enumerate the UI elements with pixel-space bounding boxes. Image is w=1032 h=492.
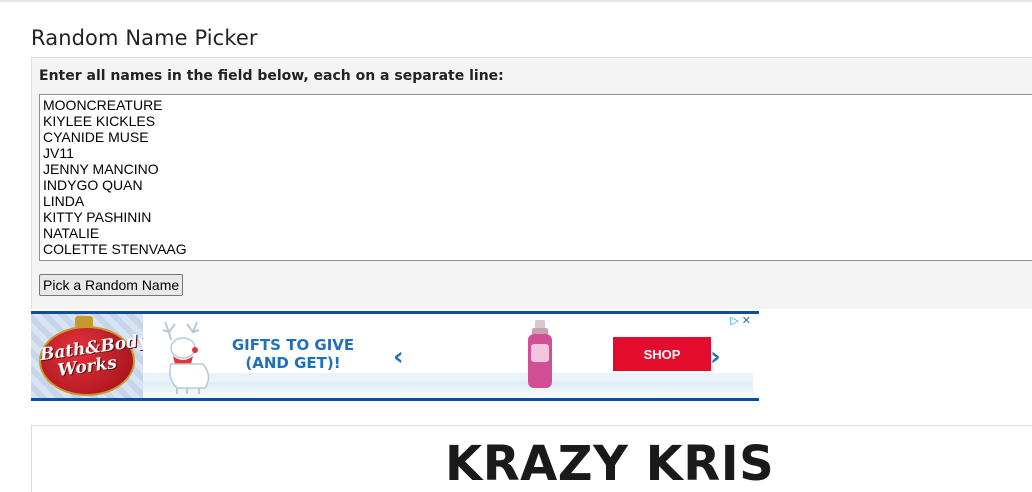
ornament-cap	[75, 316, 93, 328]
picked-name-result: KRAZY KRIS	[445, 436, 775, 492]
top-divider	[0, 0, 1032, 2]
snow-ground	[143, 382, 753, 398]
result-panel: KRAZY KRIS	[31, 425, 1032, 492]
names-textarea[interactable]	[39, 94, 1032, 261]
pick-random-name-button[interactable]: Pick a Random Name	[39, 274, 184, 296]
reindeer-illustration	[162, 321, 210, 394]
close-icon[interactable]: ✕	[742, 314, 751, 327]
product-bottle-image	[528, 320, 552, 388]
ad-scene: GIFTS TO GIVE (AND GET)! ‹ SHOP ›	[143, 314, 753, 398]
chevron-left-icon[interactable]: ‹	[393, 342, 404, 372]
shop-button[interactable]: SHOP	[613, 337, 711, 371]
ad-brand-panel: Bath&Body Works	[31, 314, 149, 398]
adchoices-play-icon[interactable]: ▷	[730, 314, 738, 327]
ad-headline: GIFTS TO GIVE (AND GET)!	[231, 336, 355, 372]
name-entry-panel: Enter all names in the field below, each…	[31, 57, 1032, 309]
page-title: Random Name Picker	[31, 26, 258, 50]
ad-banner[interactable]: Bath&Body Works GIFTS TO GIVE (AND GET)!…	[31, 311, 759, 401]
instructions-label: Enter all names in the field below, each…	[39, 68, 504, 84]
chevron-right-icon[interactable]: ›	[710, 342, 721, 372]
